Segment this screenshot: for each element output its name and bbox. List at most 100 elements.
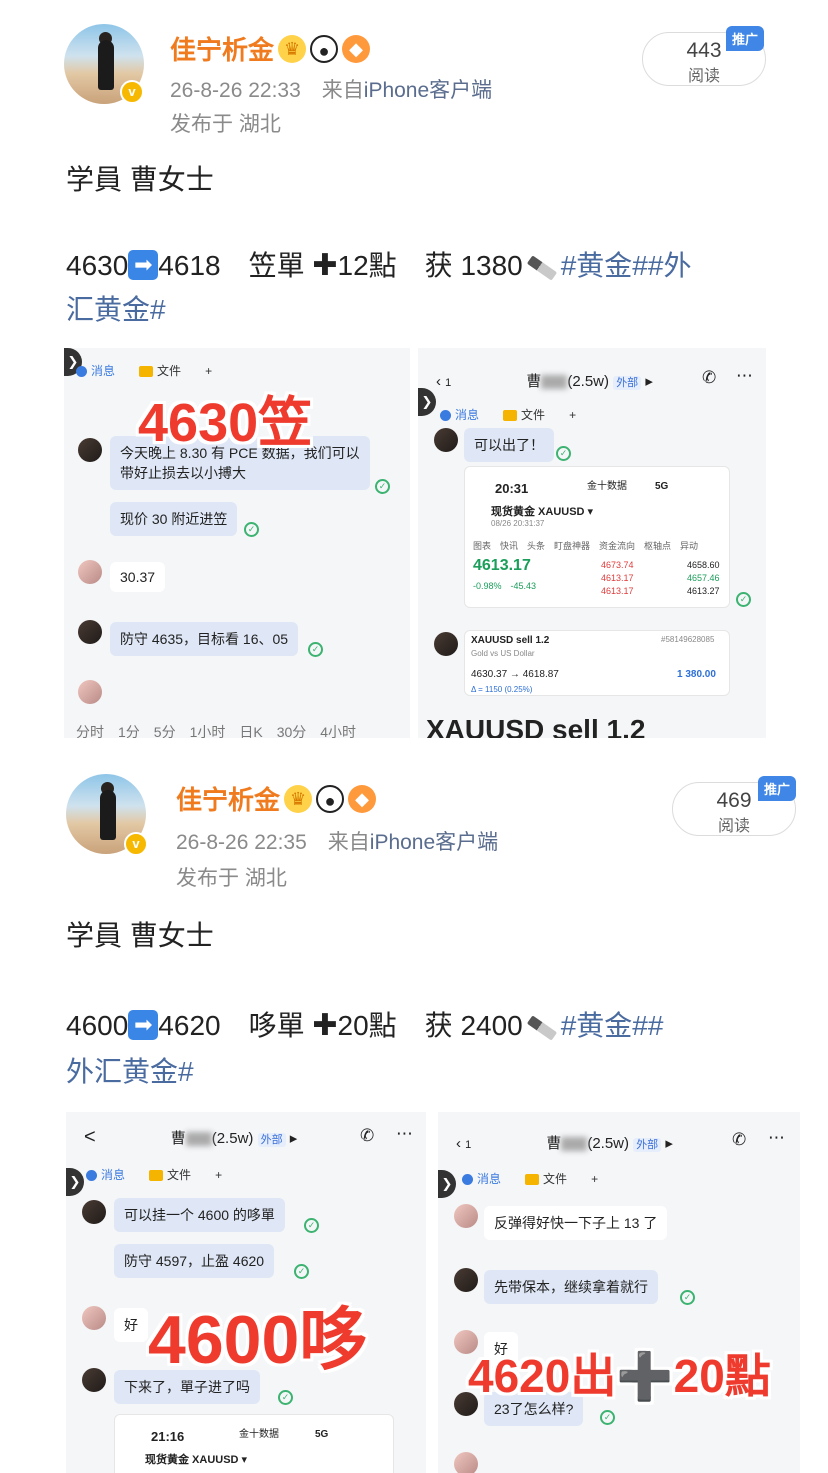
avatar <box>454 1204 478 1228</box>
chat-bubble: 可以出了！ <box>464 428 554 462</box>
overlay-caption: 4630笠 <box>138 393 313 453</box>
overlay-caption: 4600哆 <box>148 1302 368 1378</box>
order-card: XAUUSD sell 1.2 #58149628085 Gold vs US … <box>464 630 730 696</box>
panda-icon: ● <box>310 35 339 64</box>
promo-badge: 推广 <box>726 26 765 51</box>
post-text-line2: 4600 ➡ 4620 哆單 ✚20點 获 2400 #黄金## <box>66 1009 664 1042</box>
location: 发布于 湖北 <box>176 867 287 890</box>
username[interactable]: 佳宁析金 ♛ ● ◆ <box>176 780 377 817</box>
fish-icon: ◆ <box>348 785 377 814</box>
read-check-icon: ✓ <box>304 1218 319 1233</box>
chat-bubble: 现价 30 附近进笠 <box>110 502 238 536</box>
post-text-line1: 学員 曹女士 <box>66 920 214 951</box>
read-check-icon: ✓ <box>556 446 571 461</box>
overlay-caption: 4620出➕20點 <box>468 1350 771 1402</box>
verified-badge-icon: v <box>124 832 148 856</box>
source-link[interactable]: iPhone客户端 <box>370 831 498 854</box>
more-icon[interactable]: ⋯ <box>768 1128 785 1148</box>
quote-card: 21:16 金十数据 5G 现货黄金 XAUUSD ▾ <box>114 1414 394 1473</box>
plus-icon: ✚ <box>312 1009 338 1042</box>
image-chat-left[interactable]: ❯ 消息 文件 + 今天晚上 8.30 有 PCE 数据，我们可以 带好止损去以小… <box>64 348 410 738</box>
call-icon[interactable]: ✆ <box>360 1126 374 1146</box>
post-1: v 佳宁析金 ♛ ● ◆ 26-8-26 22:33 来自iPhone客户端 发布于 … <box>0 0 828 750</box>
avatar <box>82 1368 106 1392</box>
chat-tabs: 消息 文件 + <box>76 362 212 379</box>
hashtag-forex-gold[interactable]: 外汇黄金# <box>66 1050 194 1090</box>
plus-icon: ✚ <box>312 249 338 282</box>
read-check-icon: ✓ <box>294 1264 309 1279</box>
source-link[interactable]: iPhone客户端 <box>364 79 492 102</box>
avatar <box>434 428 458 452</box>
hashtag-gold[interactable]: #黄金##外 <box>561 250 692 281</box>
chat-header: ‹ 1 曹 (2.5w) 外部 ▸ <box>456 1135 673 1152</box>
read-check-icon: ✓ <box>375 479 390 494</box>
more-icon[interactable]: ⋯ <box>396 1124 413 1144</box>
side-handle-icon: ❯ <box>418 388 436 416</box>
timestamp: 26-8-26 22:33 <box>170 79 301 102</box>
back-icon: ‹ <box>436 373 441 390</box>
read-label: 阅读 <box>717 818 750 835</box>
right-arrow-icon: ➡ <box>128 249 159 280</box>
knife-icon <box>526 254 557 281</box>
timeframe-bar: 分时 1分 5分 1小时 日K 30分 4小时 <box>76 724 357 738</box>
call-icon[interactable]: ✆ <box>702 368 716 388</box>
avatar <box>454 1268 478 1292</box>
post-meta: 26-8-26 22:35 来自iPhone客户端 <box>176 831 499 854</box>
post-text-line2: 4630 ➡ 4618 笠單 ✚12點 获 1380 #黄金##外 <box>66 249 692 282</box>
chat-bubble: 防守 4597，止盈 4620 <box>114 1244 275 1278</box>
right-arrow-icon: ➡ <box>128 1009 159 1040</box>
read-check-icon: ✓ <box>600 1410 615 1425</box>
avatar <box>78 560 102 584</box>
location: 发布于 湖北 <box>170 113 281 136</box>
avatar <box>454 1452 478 1473</box>
chat-bubble: 防守 4635，目标看 16、05 <box>110 622 299 656</box>
call-icon[interactable]: ✆ <box>732 1130 746 1150</box>
post-text-line1: 学員 曹女士 <box>66 164 214 195</box>
avatar <box>78 680 102 704</box>
avatar <box>434 632 458 656</box>
read-check-icon: ✓ <box>278 1390 293 1405</box>
timestamp: 26-8-26 22:35 <box>176 831 307 854</box>
chat-bubble: 反弹得好快一下子上 13 了 <box>484 1206 668 1240</box>
read-check-icon: ✓ <box>736 592 751 607</box>
chat-tabs: 消息 文件 + <box>462 1170 598 1187</box>
chat-bubble: 可以挂一个 4600 的哆單 <box>114 1198 285 1232</box>
knife-icon <box>526 1014 557 1041</box>
image-chat-right[interactable]: ‹ 1 曹 (2.5w) 外部 ▸ ✆ ⋯ ❯ 消息 文件 + 反弹得好快一下子上… <box>438 1112 800 1473</box>
avatar <box>78 620 102 644</box>
panda-icon: ● <box>316 785 345 814</box>
crown-icon: ♛ <box>284 785 313 814</box>
side-handle-icon: ❯ <box>66 1168 84 1196</box>
chat-bubble: 好 <box>114 1308 148 1342</box>
post-2: v 佳宁析金 ♛ ● ◆ 26-8-26 22:35 来自iPhone客户端 发布于 … <box>0 750 828 1473</box>
chat-header: < 曹 (2.5w) 外部 ▸ <box>84 1126 298 1148</box>
chat-bubble: 30.37 <box>110 562 166 592</box>
image-chat-left[interactable]: < 曹 (2.5w) 外部 ▸ ✆ ⋯ ❯ 消息 文件 + 可以挂一个 4600 … <box>66 1112 426 1473</box>
chat-header: ‹ 1 曹 (2.5w) 外部 ▸ <box>436 373 653 390</box>
avatar <box>78 438 102 462</box>
side-handle-icon: ❯ <box>438 1170 456 1198</box>
verified-badge-icon: v <box>120 80 144 104</box>
back-icon: ‹ <box>456 1135 461 1152</box>
post-meta: 26-8-26 22:33 来自iPhone客户端 <box>170 79 493 102</box>
avatar <box>82 1200 106 1224</box>
read-label: 阅读 <box>687 68 720 85</box>
read-check-icon: ✓ <box>244 522 259 537</box>
hashtag-forex-gold[interactable]: 汇黄金# <box>66 288 166 328</box>
read-check-icon: ✓ <box>308 642 323 657</box>
quote-card: 20:31 金十数据 5G 现货黄金 XAUUSD ▾ 08/26 20:31:… <box>464 466 730 608</box>
promo-badge: 推广 <box>758 776 797 801</box>
chat-tabs: 消息 文件 + <box>86 1166 222 1183</box>
fish-icon: ◆ <box>342 35 371 64</box>
hashtag-gold[interactable]: #黄金## <box>561 1010 664 1041</box>
order-banner: XAUUSD sell 1.2 <box>426 714 646 738</box>
read-check-icon: ✓ <box>680 1290 695 1305</box>
back-icon: < <box>84 1126 96 1148</box>
username[interactable]: 佳宁析金 ♛ ● ◆ <box>170 30 371 67</box>
more-icon[interactable]: ⋯ <box>736 366 753 386</box>
avatar <box>82 1306 106 1330</box>
chat-bubble: 先带保本，继续拿着就行 <box>484 1270 658 1304</box>
crown-icon: ♛ <box>278 35 307 64</box>
image-chat-right[interactable]: ‹ 1 曹 (2.5w) 外部 ▸ ✆ ⋯ ❯ 消息 文件 + 可以出了！ ✓ 2… <box>418 348 766 738</box>
chat-tabs: 消息 文件 + <box>440 406 576 423</box>
